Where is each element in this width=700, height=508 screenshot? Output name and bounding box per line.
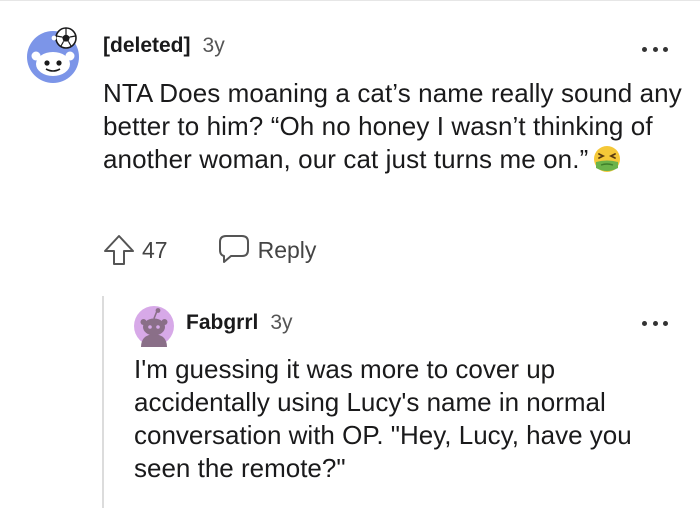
speech-bubble-icon [218,232,250,269]
dot [642,320,647,326]
dot [652,320,658,326]
top-divider [0,0,700,1]
reply-meta: Fabgrrl 3y [186,311,293,335]
snoo-soccer-avatar-icon[interactable] [24,26,82,84]
thread-line[interactable] [102,296,104,508]
upvote-count: 47 [142,236,168,263]
reply-button[interactable]: Reply [218,232,317,269]
reply-label: Reply [257,236,317,263]
dot [642,46,647,52]
nauseated-face-emoji-icon [592,144,622,174]
more-options-icon[interactable] [642,314,668,332]
snoo-purple-avatar-icon[interactable] [133,305,175,347]
dot [663,46,668,52]
dot [663,320,668,326]
dot [652,46,658,52]
reply-age: 3y [270,311,293,334]
comment-actions: 47 Reply [102,232,316,268]
comment-age: 3y [202,34,225,57]
comment-body: NTA Does moaning a cat’s name really sou… [103,77,683,176]
comment-meta: [deleted] 3y [103,34,225,64]
upvote-arrow-icon [102,233,136,267]
upvote-button[interactable]: 47 [102,233,168,267]
comment-username[interactable]: [deleted] [103,34,191,58]
more-options-icon[interactable] [642,40,668,58]
reply-username[interactable]: Fabgrrl [186,311,258,335]
reply-body: I'm guessing it was more to cover up acc… [134,354,632,483]
